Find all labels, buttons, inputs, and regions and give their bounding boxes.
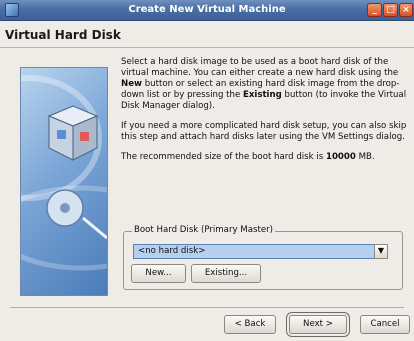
existing-button[interactable]: Existing... [191,264,261,283]
minimize-icon[interactable]: _ [367,3,382,17]
group-label: Boot Hard Disk (Primary Master) [132,225,275,235]
recommended-size-text: The recommended size of the boot hard di… [121,152,375,162]
close-icon[interactable]: × [399,3,413,17]
description-paragraph-1: Select a hard disk image to be used as a… [121,57,407,111]
maximize-icon[interactable]: □ [383,3,398,17]
page-header: Virtual Hard Disk [0,21,414,48]
next-button[interactable]: Next > [289,315,347,334]
title-bar: Create New Virtual Machine _ □ × [0,0,414,21]
dropdown-arrow-icon[interactable]: ▼ [374,244,388,259]
back-button[interactable]: < Back [224,315,276,334]
description: Select a hard disk image to be used as a… [121,57,409,172]
description-paragraph-2: If you need a more complicated hard disk… [121,121,407,142]
cancel-button[interactable]: Cancel [360,315,410,334]
new-button[interactable]: New... [131,264,186,283]
combo-value: <no hard disk> [138,246,206,256]
window-title: Create New Virtual Machine [128,4,286,15]
separator [10,307,404,308]
virtualbox-cube-icon [20,67,108,296]
hard-disk-combo[interactable]: <no hard disk> ▼ [133,244,388,259]
page-title: Virtual Hard Disk [5,28,121,42]
boot-hard-disk-group: Boot Hard Disk (Primary Master) <no hard… [123,225,403,290]
